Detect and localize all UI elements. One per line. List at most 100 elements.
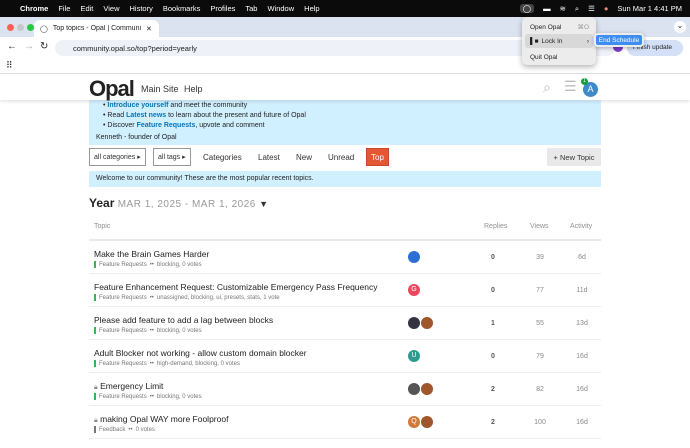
replies-count: 2 bbox=[478, 386, 508, 393]
apps-grid-icon[interactable]: ⠿ bbox=[6, 60, 13, 71]
tab-unread[interactable]: Unread bbox=[324, 148, 358, 166]
topic-tags[interactable]: blocking, 0 votes bbox=[157, 328, 202, 334]
category-badge[interactable]: Feedback bbox=[99, 427, 125, 433]
menu-view[interactable]: View bbox=[103, 4, 119, 13]
search-icon[interactable]: ⌕ bbox=[543, 79, 551, 96]
poster-avatar[interactable] bbox=[421, 416, 433, 428]
poster-avatar[interactable] bbox=[408, 251, 420, 263]
tab-categories[interactable]: Categories bbox=[199, 148, 246, 166]
menu-history[interactable]: History bbox=[130, 4, 153, 13]
replies-count: 0 bbox=[478, 254, 508, 261]
topic-tags[interactable]: blocking, 0 votes bbox=[157, 262, 202, 268]
activity-time[interactable]: 16d bbox=[567, 386, 597, 393]
topic-tags[interactable]: blocking, 0 votes bbox=[157, 394, 202, 400]
menu-open-opal[interactable]: Open Opal⌘O bbox=[525, 20, 593, 34]
col-views[interactable]: Views bbox=[530, 223, 549, 230]
topic-tags[interactable]: 0 votes bbox=[136, 427, 155, 433]
topic-row[interactable]: 🔒︎ Emergency Limit Feature Requests••blo… bbox=[89, 373, 601, 406]
zoom-window-button[interactable] bbox=[27, 24, 34, 31]
end-schedule-item[interactable]: End Schedule bbox=[596, 35, 642, 45]
search-icon[interactable]: ⌕ bbox=[575, 4, 579, 14]
topic-tags[interactable]: unassigned, blocking, ui, presets, stats… bbox=[157, 295, 280, 301]
topic-tags[interactable]: high-demand, blocking, 0 votes bbox=[157, 361, 240, 367]
menu-chrome[interactable]: Chrome bbox=[20, 4, 48, 13]
siri-icon[interactable]: ● bbox=[604, 4, 609, 13]
minimize-window-button[interactable] bbox=[17, 24, 24, 31]
tab-new[interactable]: New bbox=[292, 148, 316, 166]
tag-separator-icon: •• bbox=[150, 262, 154, 268]
topic-title[interactable]: Make the Brain Games Harder bbox=[94, 249, 209, 259]
categories-dropdown[interactable]: all categories ▸ bbox=[89, 148, 146, 166]
topic-title[interactable]: 🔒︎ making Opal WAY more Foolproof bbox=[94, 414, 228, 425]
poster-avatar[interactable] bbox=[421, 383, 433, 395]
control-center-icon[interactable]: ☰ bbox=[588, 4, 595, 13]
topic-row[interactable]: Make the Brain Games Harder Feature Requ… bbox=[89, 241, 601, 274]
activity-time[interactable]: 16d bbox=[567, 419, 597, 426]
poster-avatar[interactable]: G bbox=[408, 284, 420, 296]
topic-title[interactable]: 🔒︎ Emergency Limit bbox=[94, 381, 163, 392]
col-replies[interactable]: Replies bbox=[484, 223, 507, 230]
poster-avatar[interactable] bbox=[408, 317, 420, 329]
category-badge[interactable]: Feature Requests bbox=[99, 394, 147, 400]
topic-row[interactable]: 🔒︎ making Opal WAY more Foolproof Feedba… bbox=[89, 406, 601, 439]
col-topic[interactable]: Topic bbox=[94, 223, 110, 230]
new-topic-button[interactable]: + New Topic bbox=[547, 148, 601, 166]
tab-search-chevron-icon[interactable]: ⌄ bbox=[674, 21, 686, 33]
hamburger-menu-icon[interactable]: ☰ bbox=[564, 78, 577, 95]
topic-row[interactable]: Feature Enhancement Request: Customizabl… bbox=[89, 274, 601, 307]
close-tab-icon[interactable]: ✕ bbox=[146, 25, 152, 33]
topic-row[interactable]: Adult Blocker not working - allow custom… bbox=[89, 340, 601, 373]
menu-bookmarks[interactable]: Bookmarks bbox=[163, 4, 201, 13]
topic-row[interactable]: Please add feature to add a lag between … bbox=[89, 307, 601, 340]
forward-icon[interactable]: → bbox=[24, 41, 34, 52]
back-icon[interactable]: ← bbox=[7, 41, 17, 52]
topic-title-text: Emergency Limit bbox=[100, 381, 163, 391]
category-badge[interactable]: Feature Requests bbox=[99, 328, 147, 334]
poster-avatar[interactable]: Q bbox=[408, 416, 420, 428]
close-window-button[interactable] bbox=[7, 24, 14, 31]
menu-edit[interactable]: Edit bbox=[80, 4, 93, 13]
menu-window[interactable]: Window bbox=[267, 4, 294, 13]
menu-file[interactable]: File bbox=[58, 4, 70, 13]
activity-time[interactable]: 16d bbox=[567, 353, 597, 360]
topic-title[interactable]: Please add feature to add a lag between … bbox=[94, 315, 273, 325]
notice-text: and meet the community bbox=[168, 102, 247, 109]
poster-avatar[interactable]: U bbox=[408, 350, 420, 362]
category-badge[interactable]: Feature Requests bbox=[99, 361, 147, 367]
category-badge[interactable]: Feature Requests bbox=[99, 262, 147, 268]
category-color-bar bbox=[94, 261, 96, 268]
main-site-link[interactable]: Main Site bbox=[141, 84, 179, 94]
introduce-link[interactable]: Introduce yourself bbox=[107, 102, 168, 109]
tab-top[interactable]: Top bbox=[366, 148, 389, 166]
topic-title[interactable]: Feature Enhancement Request: Customizabl… bbox=[94, 282, 377, 292]
category-badge[interactable]: Feature Requests bbox=[99, 295, 147, 301]
col-activity[interactable]: Activity bbox=[570, 223, 592, 230]
lock-in-icon: ▌■ bbox=[530, 38, 539, 45]
tab-latest[interactable]: Latest bbox=[254, 148, 284, 166]
reload-icon[interactable]: ↻ bbox=[40, 41, 48, 52]
latest-news-link[interactable]: Latest news bbox=[126, 112, 166, 119]
replies-count: 0 bbox=[478, 287, 508, 294]
activity-time[interactable]: 11d bbox=[567, 287, 597, 294]
opal-status-icon[interactable]: ◯ bbox=[520, 4, 534, 13]
topic-title[interactable]: Adult Blocker not working - allow custom… bbox=[94, 348, 307, 358]
menu-quit-opal[interactable]: Quit Opal bbox=[525, 50, 593, 64]
help-link[interactable]: Help bbox=[184, 84, 203, 94]
tab-active[interactable]: ◯ Top topics - Opal | Communi ✕ bbox=[34, 20, 159, 37]
topic-title-text: Adult Blocker not working - allow custom… bbox=[94, 348, 307, 358]
opal-logo[interactable]: Opal bbox=[89, 76, 134, 102]
tags-dropdown[interactable]: all tags ▸ bbox=[153, 148, 191, 166]
activity-time[interactable]: 6d bbox=[567, 254, 597, 261]
menu-help[interactable]: Help bbox=[304, 4, 319, 13]
notice-text: Read bbox=[107, 112, 126, 119]
period-selector[interactable]: Year MAR 1, 2025 - MAR 1, 2026 ▼ bbox=[89, 196, 269, 210]
poster-avatar[interactable] bbox=[421, 317, 433, 329]
menu-tab[interactable]: Tab bbox=[245, 4, 257, 13]
feature-requests-link[interactable]: Feature Requests bbox=[137, 122, 196, 129]
caret-down-icon[interactable]: ▼ bbox=[259, 199, 268, 209]
menu-lock-in[interactable]: ▌■Lock In› bbox=[525, 34, 593, 48]
battery-icon: ▬ bbox=[543, 4, 551, 13]
activity-time[interactable]: 13d bbox=[567, 320, 597, 327]
menu-profiles[interactable]: Profiles bbox=[210, 4, 235, 13]
poster-avatar[interactable] bbox=[408, 383, 420, 395]
